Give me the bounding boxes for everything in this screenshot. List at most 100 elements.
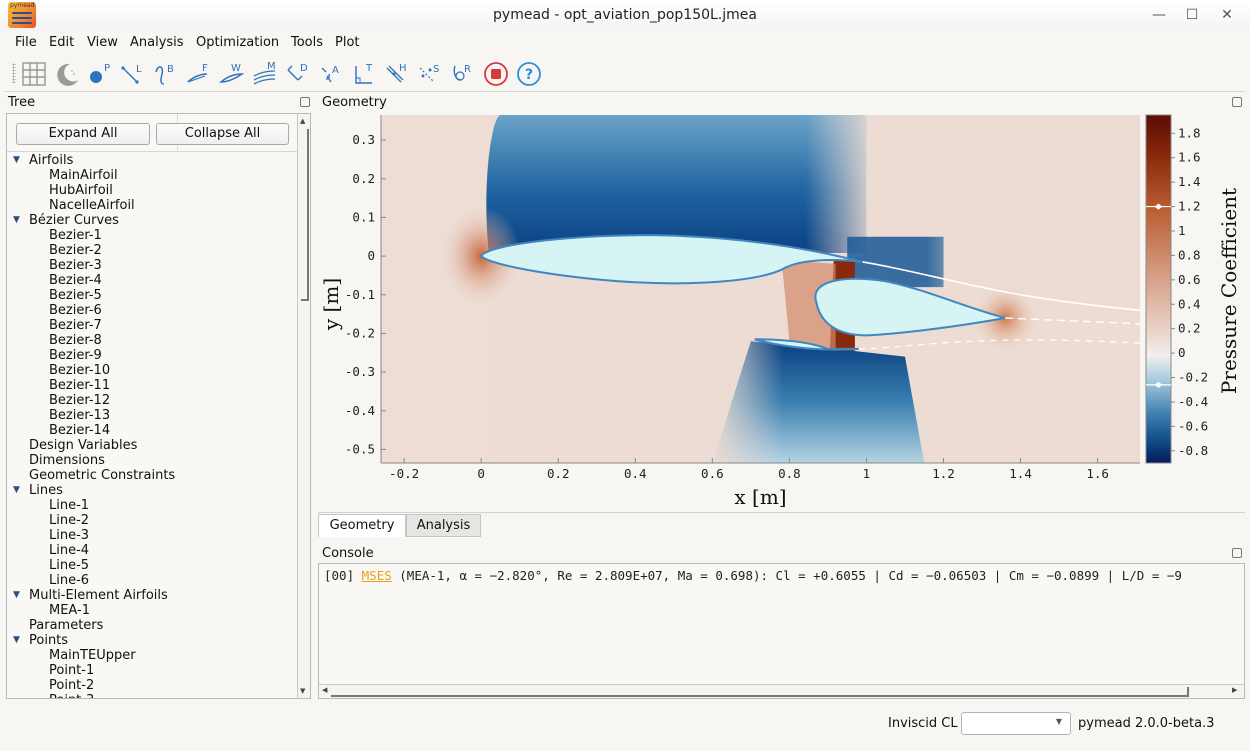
expand-arrow-icon[interactable]: ▼ (13, 633, 20, 648)
menu-analysis[interactable]: Analysis (130, 35, 184, 50)
tree-item[interactable]: NacelleAirfoil (7, 198, 298, 213)
tree-vertical-scrollbar[interactable]: ▲ ▼ (297, 114, 310, 698)
add-point-icon[interactable]: P (86, 60, 114, 88)
title-bar: pymead pymead - opt_aviation_pop150L.jme… (0, 0, 1250, 31)
tree-item[interactable]: Line-1 (7, 498, 298, 513)
scroll-down-icon[interactable]: ▼ (300, 687, 305, 695)
tree-item-label: Geometric Constraints (29, 468, 176, 483)
tree-float-icon[interactable] (300, 97, 310, 107)
console-scroll-thumb[interactable] (331, 687, 1189, 697)
add-roc-constraint-icon[interactable]: R (449, 60, 477, 88)
add-symmetry-constraint-icon[interactable]: S (416, 60, 444, 88)
help-icon[interactable]: ? (515, 60, 543, 88)
mses-link[interactable]: MSES (362, 568, 392, 583)
expand-arrow-icon[interactable]: ▼ (13, 483, 20, 498)
scroll-left-icon[interactable]: ◀ (322, 686, 327, 694)
expand-arrow-icon[interactable]: ▼ (13, 213, 20, 228)
grid-icon[interactable] (20, 60, 48, 88)
tree-group[interactable]: ▼ Airfoils (7, 153, 298, 168)
expand-all-button[interactable]: Expand All (16, 123, 150, 145)
tree-item[interactable]: Bezier-14 (7, 423, 298, 438)
tree-group[interactable]: ▼ Points (7, 633, 298, 648)
tree-item[interactable]: Bezier-6 (7, 303, 298, 318)
inviscid-cl-label: Inviscid CL (888, 716, 958, 731)
tree-group[interactable]: Dimensions (7, 453, 298, 468)
tree-item[interactable]: Bezier-10 (7, 363, 298, 378)
tree-item[interactable]: Bezier-11 (7, 378, 298, 393)
dark-mode-moon-icon[interactable] (53, 60, 81, 88)
tree-item[interactable]: Line-3 (7, 528, 298, 543)
console-output[interactable]: [00] MSES (MEA-1, α = −2.820°, Re = 2.80… (318, 563, 1245, 699)
tree-item[interactable]: Line-5 (7, 558, 298, 573)
add-distance-constraint-icon[interactable]: D (284, 60, 312, 88)
menu-optimization[interactable]: Optimization (196, 35, 279, 50)
tree-item[interactable]: Bezier-12 (7, 393, 298, 408)
tree-item-label: Line-3 (49, 528, 90, 543)
geometry-plot-area[interactable]: -0.2 0 0.2 0.4 0.6 0.8 1 1.2 1.4 1.6 0.3 0.2 0.1 0 -0.… (318, 113, 1245, 511)
console-horizontal-scrollbar[interactable]: ◀ ▶ (319, 684, 1244, 698)
tree-item[interactable]: HubAirfoil (7, 183, 298, 198)
tree-item[interactable]: MainAirfoil (7, 168, 298, 183)
tree-group[interactable]: ▼ Bézier Curves (7, 213, 298, 228)
colorbar-tick-label: 0.8 (1178, 247, 1201, 262)
tree-item[interactable]: Point-2 (7, 678, 298, 693)
tree-item-label: Bezier-4 (49, 273, 102, 288)
tree-item[interactable]: Bezier-8 (7, 333, 298, 348)
tree-item[interactable]: Line-6 (7, 573, 298, 588)
menu-tools[interactable]: Tools (291, 35, 323, 50)
tree-item[interactable]: Point-3 (7, 693, 298, 698)
colorbar-tick-label: -0.6 (1178, 418, 1208, 433)
tree-item[interactable]: Bezier-3 (7, 258, 298, 273)
add-parallel-constraint-icon[interactable]: H (383, 60, 411, 88)
tab-analysis[interactable]: Analysis (406, 514, 481, 537)
tree-scroll-thumb[interactable] (301, 129, 309, 301)
menu-edit[interactable]: Edit (49, 35, 74, 50)
tree-group[interactable]: Design Variables (7, 438, 298, 453)
pressure-contour-plot[interactable]: -0.2 0 0.2 0.4 0.6 0.8 1 1.2 1.4 1.6 0.3 0.2 0.1 0 -0.… (318, 113, 1245, 511)
tree-item[interactable]: Bezier-2 (7, 243, 298, 258)
console-float-icon[interactable] (1232, 548, 1242, 558)
close-button[interactable]: ✕ (1216, 5, 1238, 25)
tree-item[interactable]: Bezier-1 (7, 228, 298, 243)
toolbar-grip[interactable] (12, 63, 16, 83)
menu-bar: File Edit View Analysis Optimization Too… (0, 31, 1250, 55)
add-ferguson-icon[interactable]: F (185, 60, 213, 88)
tree-item[interactable]: Point-1 (7, 663, 298, 678)
add-angle-constraint-icon[interactable]: A (317, 60, 345, 88)
tree-group[interactable]: ▼ Multi-Element Airfoils (7, 588, 298, 603)
tree-item[interactable]: MainTEUpper (7, 648, 298, 663)
maximize-button[interactable]: ☐ (1181, 5, 1203, 25)
inviscid-cl-dropdown[interactable]: ▼ (961, 712, 1071, 735)
expand-arrow-icon[interactable]: ▼ (13, 153, 20, 168)
menu-view[interactable]: View (87, 35, 118, 50)
collapse-all-button[interactable]: Collapse All (156, 123, 289, 145)
tree-item[interactable]: MEA-1 (7, 603, 298, 618)
menu-plot[interactable]: Plot (335, 35, 360, 50)
svg-text:R: R (464, 64, 471, 75)
add-airfoil-icon[interactable]: W (218, 60, 246, 88)
tree-group[interactable]: ▼ Lines (7, 483, 298, 498)
geometry-float-icon[interactable] (1232, 97, 1242, 107)
tree-item[interactable]: Bezier-5 (7, 288, 298, 303)
colorbar[interactable] (1145, 114, 1172, 464)
add-perpendicular-constraint-icon[interactable]: T (350, 60, 378, 88)
add-mea-icon[interactable]: M (251, 60, 279, 88)
add-bezier-icon[interactable]: B (152, 60, 180, 88)
scroll-right-icon[interactable]: ▶ (1232, 686, 1237, 694)
tree-item-label: Bezier-9 (49, 348, 102, 363)
tree-item[interactable]: Bezier-13 (7, 408, 298, 423)
tree-item[interactable]: Line-2 (7, 513, 298, 528)
tree-item[interactable]: Bezier-4 (7, 273, 298, 288)
expand-arrow-icon[interactable]: ▼ (13, 588, 20, 603)
tree-item[interactable]: Bezier-9 (7, 348, 298, 363)
stop-icon[interactable] (482, 60, 510, 88)
add-line-icon[interactable]: L (119, 60, 147, 88)
tree-item[interactable]: Bezier-7 (7, 318, 298, 333)
menu-file[interactable]: File (15, 35, 37, 50)
tree-group[interactable]: Parameters (7, 618, 298, 633)
scroll-up-icon[interactable]: ▲ (300, 117, 305, 125)
tree-group[interactable]: Geometric Constraints (7, 468, 298, 483)
minimize-button[interactable]: — (1148, 5, 1170, 25)
tree-item[interactable]: Line-4 (7, 543, 298, 558)
tab-geometry[interactable]: Geometry (318, 514, 406, 537)
